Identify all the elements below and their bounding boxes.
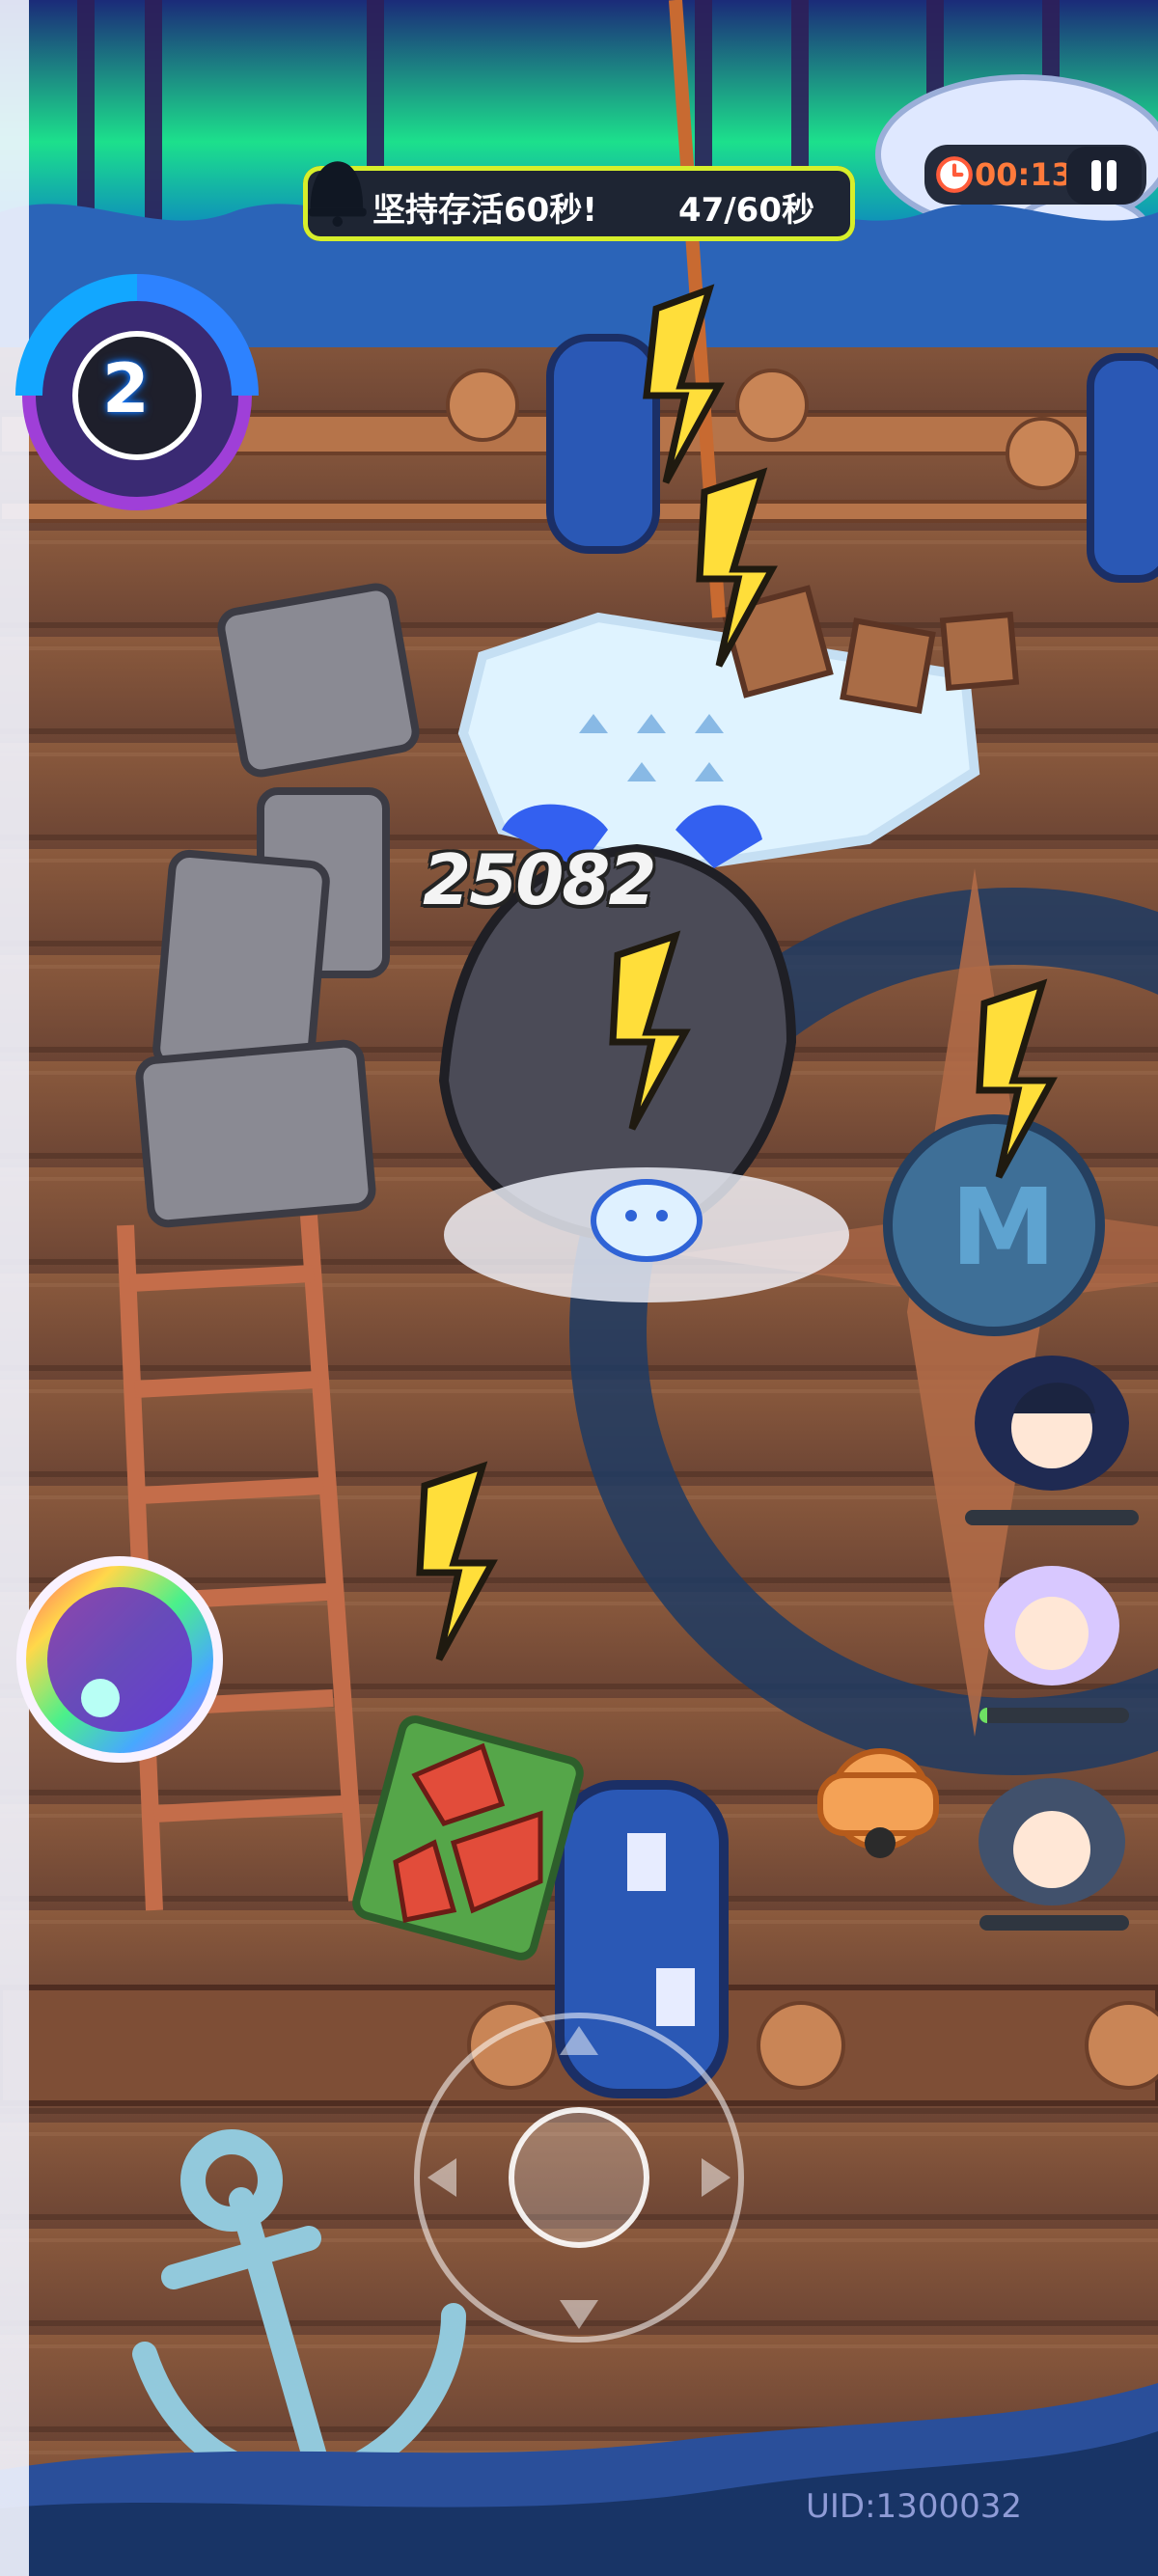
pause-icon: [1107, 160, 1117, 191]
svg-text:M: M: [951, 1165, 1056, 1289]
damage-number: 25082: [423, 839, 656, 920]
objective-progress: 47/60秒: [677, 191, 814, 230]
timer-icon: [936, 156, 973, 193]
joystick-icon: [509, 2107, 649, 2248]
party-member-3[interactable]: [960, 1761, 1144, 1925]
virtual-joystick[interactable]: [410, 2009, 748, 2346]
party-member-2[interactable]: [965, 1548, 1139, 1703]
objective-text: 坚持存活60秒!: [372, 191, 597, 230]
level-number: 2: [102, 349, 150, 428]
pause-button[interactable]: [1066, 147, 1142, 205]
pause-icon: [1091, 160, 1101, 191]
party-member-2-hp: [979, 1708, 1129, 1723]
party-member-1-hp: [965, 1510, 1139, 1525]
skill-icon: [81, 1679, 120, 1717]
bell-icon: [308, 161, 367, 227]
party-member-1[interactable]: [955, 1336, 1148, 1500]
objective-banner: 坚持存活60秒! 47/60秒: [303, 161, 855, 241]
timer-text: 00:13: [975, 156, 1073, 193]
uid-label: UID:1300032: [806, 2487, 1022, 2526]
skill-button[interactable]: [14, 1553, 226, 1766]
party-member-3-hp: [979, 1915, 1129, 1931]
